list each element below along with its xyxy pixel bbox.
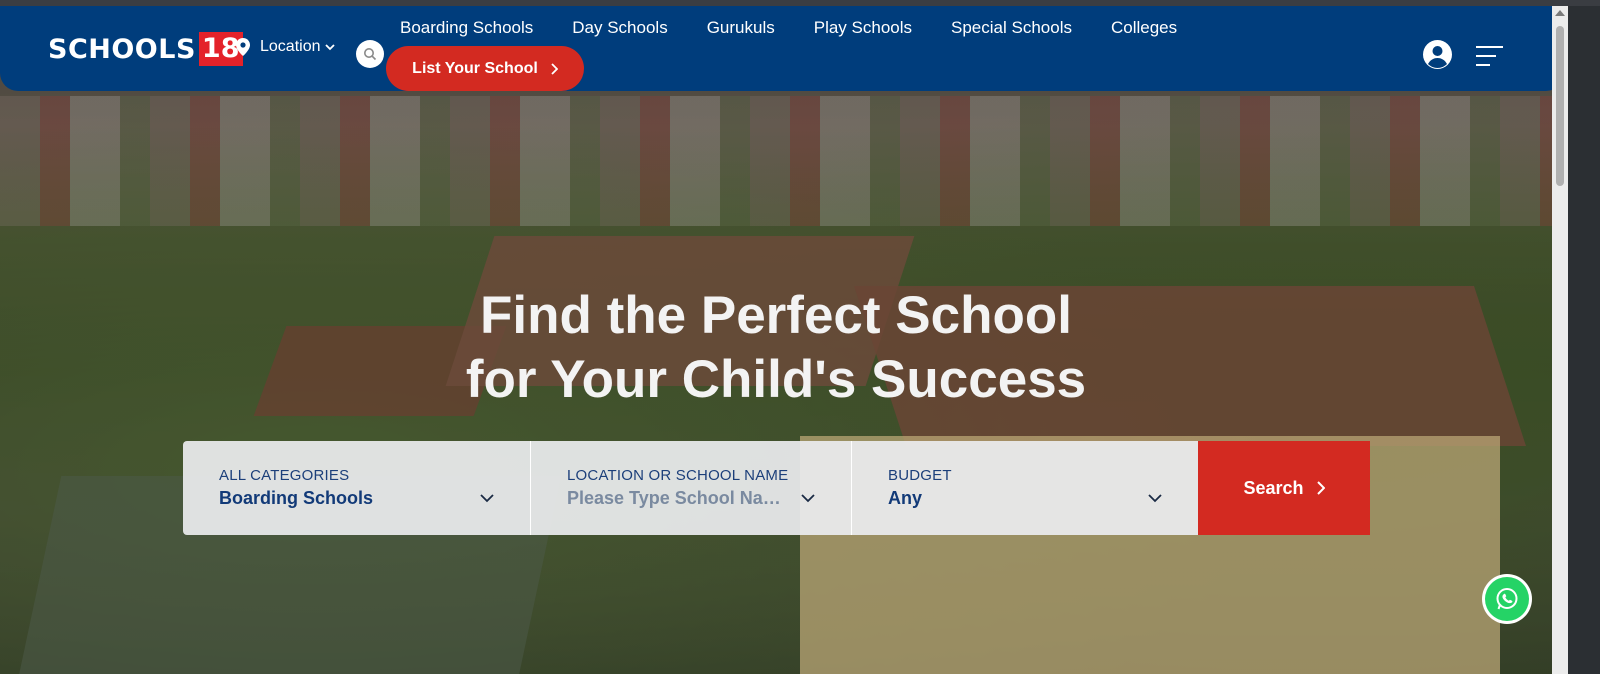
map-pin-icon [236,38,250,56]
list-your-school-label: List Your School [412,59,538,77]
hero-headline: Find the Perfect School for Your Child's… [400,284,1152,412]
chevron-down-icon [1148,494,1162,503]
budget-label: BUDGET [888,467,952,484]
nav-boarding-schools[interactable]: Boarding Schools [400,18,533,38]
budget-value: Any [888,488,923,508]
page-scrollbar[interactable] [1552,6,1568,674]
search-button[interactable]: Search [1198,441,1370,535]
chevron-right-icon [1316,481,1325,495]
hamburger-menu-icon[interactable] [1476,46,1503,66]
main-nav: Boarding Schools Day Schools Gurukuls Pl… [400,18,1177,38]
school-search-bar: ALL CATEGORIES Boarding Schools LOCATION… [183,441,1370,535]
chevron-down-icon [324,44,335,51]
location-label: Location [260,38,321,55]
category-value: Boarding Schools [219,488,374,508]
logo-text: SCHOOLS [48,33,196,65]
budget-dropdown[interactable]: BUDGET Any [852,441,1198,535]
chevron-right-icon [551,62,558,75]
nav-special-schools[interactable]: Special Schools [951,18,1072,38]
location-field-label: LOCATION OR SCHOOL NAME [567,467,789,484]
whatsapp-chat-button[interactable] [1482,574,1532,624]
category-dropdown[interactable]: ALL CATEGORIES Boarding Schools [183,441,531,535]
scrollbar-thumb[interactable] [1556,26,1564,186]
nav-play-schools[interactable]: Play Schools [814,18,912,38]
headline-line-1: Find the Perfect School [480,286,1072,345]
nav-day-schools[interactable]: Day Schools [572,18,667,38]
location-school-input[interactable]: LOCATION OR SCHOOL NAME Please Type Scho… [531,441,852,535]
search-button-label: Search [1243,477,1304,498]
header-search-button[interactable] [356,40,384,68]
schools18-logo[interactable]: SCHOOLS 18 [48,32,243,66]
whatsapp-icon [1496,588,1518,610]
search-icon [364,48,377,61]
user-account-icon[interactable] [1423,40,1452,69]
site-header: SCHOOLS 18 Location Boarding Schools Day… [0,6,1564,91]
nav-colleges[interactable]: Colleges [1111,18,1177,38]
headline-line-2: for Your Child's Success [465,350,1087,409]
location-placeholder: Please Type School Name [567,488,787,508]
nav-gurukuls[interactable]: Gurukuls [707,18,775,38]
chevron-down-icon [801,494,815,503]
category-label: ALL CATEGORIES [219,467,350,484]
location-selector[interactable]: Location [236,38,335,56]
chevron-down-icon [480,494,494,503]
scroll-up-arrow-icon[interactable] [1555,10,1565,16]
list-your-school-button[interactable]: List Your School [386,46,584,91]
